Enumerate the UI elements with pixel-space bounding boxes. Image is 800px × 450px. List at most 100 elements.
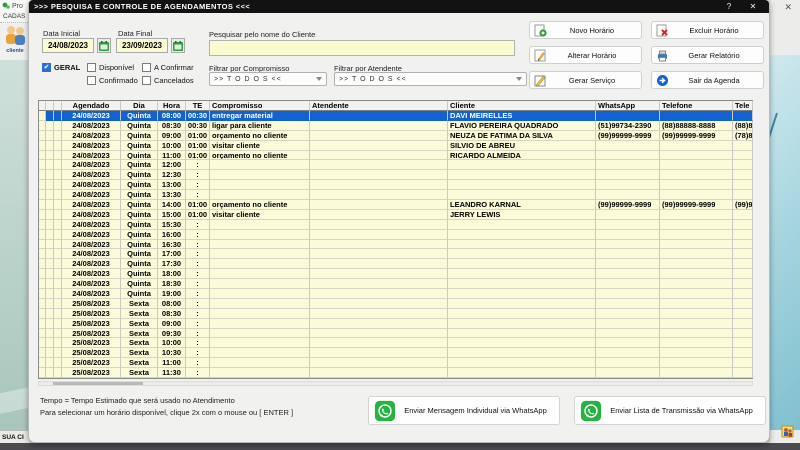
- table-row[interactable]: 24/08/2023 Quinta 17:00:: [39, 249, 753, 260]
- table-row[interactable]: 24/08/2023 Quinta 14:00 01:00 orçamento no c…: [39, 200, 753, 210]
- table-row[interactable]: 25/08/2023 Sexta 11:00:: [39, 358, 753, 369]
- data-final-input[interactable]: 23/09/2023: [116, 38, 168, 53]
- table-row[interactable]: 24/08/2023 Quinta 12:00:: [39, 160, 753, 171]
- table-row[interactable]: 24/08/2023 Quinta 18:00:: [39, 269, 753, 280]
- background-close-icon[interactable]: ✕: [784, 2, 792, 13]
- row-indicator: [46, 269, 54, 280]
- table-row[interactable]: 25/08/2023 Sexta 10:30:: [39, 348, 753, 359]
- whatsapp-lista-button[interactable]: Enviar Lista de Transmissão via WhatsApp: [574, 396, 766, 425]
- table-row[interactable]: 24/08/2023 Quinta 17:30:: [39, 259, 753, 270]
- row-indicator: [54, 140, 62, 151]
- table-cell: Quinta: [121, 239, 158, 250]
- table-row[interactable]: 24/08/2023 Quinta 12:30:: [39, 170, 753, 181]
- table-row[interactable]: 24/08/2023 Quinta 18:30:: [39, 279, 753, 290]
- table-row[interactable]: 24/08/2023 Quinta 11:00 01:00 orçamento no c…: [39, 150, 753, 161]
- table-row[interactable]: 24/08/2023 Quinta 16:30:: [39, 239, 753, 250]
- table-cell: [310, 180, 448, 191]
- table-row[interactable]: 25/08/2023 Sexta 08:30:: [39, 308, 753, 319]
- row-indicator: [54, 358, 62, 369]
- whatsapp-individual-button[interactable]: Enviar Mensagem Individual via WhatsApp: [368, 396, 560, 425]
- scrollbar-thumb[interactable]: [53, 382, 143, 385]
- checkbox-unchecked-icon[interactable]: [142, 75, 151, 85]
- table-cell: :: [186, 368, 210, 379]
- atendente-dropdown[interactable]: >> T O D O S <<: [334, 72, 527, 86]
- table-cell: [310, 120, 448, 131]
- table-row[interactable]: 24/08/2023 Quinta 08:30 00:30 ligar para cli…: [39, 120, 753, 131]
- checkbox-cancelados[interactable]: Cancelados: [142, 75, 194, 85]
- clients-icon[interactable]: [2, 24, 28, 48]
- table-row[interactable]: 24/08/2023 Quinta 15:30:: [39, 219, 753, 230]
- table-row[interactable]: 25/08/2023 Sexta 11:30:: [39, 368, 753, 379]
- table-cell: Quinta: [121, 140, 158, 151]
- exit-icon: [657, 74, 668, 86]
- table-cell: [660, 368, 733, 379]
- table-cell: [596, 298, 660, 309]
- table-row[interactable]: 24/08/2023 Quinta 15:00 01:00 visitar client…: [39, 209, 753, 220]
- row-indicator: [46, 200, 54, 210]
- table-cell: 24/08/2023: [62, 259, 121, 270]
- service-horario-button[interactable]: Gerar Serviço: [529, 71, 642, 89]
- delete-horario-button[interactable]: Excluir Horário: [651, 21, 764, 39]
- row-indicator: [54, 269, 62, 280]
- table-cell: [733, 190, 753, 201]
- table-cell: :: [186, 308, 210, 319]
- search-input[interactable]: [209, 40, 515, 56]
- table-cell: [733, 150, 753, 161]
- table-row[interactable]: 24/08/2023 Quinta 16:00:: [39, 229, 753, 240]
- row-indicator: [39, 140, 46, 151]
- table-row[interactable]: 25/08/2023 Sexta 09:00:: [39, 318, 753, 329]
- table-cell: [310, 111, 448, 121]
- checkbox-a-confirmar[interactable]: A Confirmar: [142, 62, 194, 72]
- row-indicator: [46, 111, 54, 121]
- data-inicial-input[interactable]: 24/08/2023: [42, 38, 94, 53]
- background-menu-item[interactable]: CADAS: [0, 12, 30, 22]
- table-row[interactable]: 25/08/2023 Sexta 08:00:: [39, 298, 753, 309]
- data-inicial-calendar-button[interactable]: [97, 38, 111, 53]
- table-cell: [733, 279, 753, 290]
- table-cell: Quinta: [121, 111, 158, 121]
- table-cell: [733, 318, 753, 329]
- edit-horario-button[interactable]: Alterar Horário: [529, 46, 642, 64]
- new-horario-button[interactable]: Novo Horário: [529, 21, 642, 39]
- row-indicator: [54, 239, 62, 250]
- data-final-calendar-button[interactable]: [171, 38, 185, 53]
- table-cell: Quinta: [121, 269, 158, 280]
- table-row[interactable]: 24/08/2023 Quinta 10:00 01:00 visitar client…: [39, 140, 753, 151]
- checkbox-disponível[interactable]: Disponível: [87, 62, 134, 72]
- table-cell: 24/08/2023: [62, 289, 121, 299]
- row-indicator: [39, 279, 46, 290]
- checkbox-checked-icon[interactable]: ✔: [42, 62, 51, 72]
- table-row[interactable]: 25/08/2023 Sexta 10:00:: [39, 338, 753, 349]
- table-cell: [596, 308, 660, 319]
- table-cell: [660, 209, 733, 220]
- horizontal-scrollbar[interactable]: [38, 381, 753, 386]
- table-row[interactable]: 24/08/2023 Quinta 13:30:: [39, 190, 753, 201]
- checkbox-geral[interactable]: ✔ GERAL: [42, 62, 80, 72]
- table-cell: [596, 368, 660, 379]
- table-cell: 13:30: [158, 190, 186, 201]
- table-cell: [310, 249, 448, 260]
- table-row[interactable]: 24/08/2023 Quinta 09:00 01:00 orçamento no c…: [39, 130, 753, 141]
- table-row[interactable]: 24/08/2023 Quinta 08:00 00:30 entregar mater…: [39, 111, 753, 121]
- row-indicator: [39, 358, 46, 369]
- table-cell: [733, 160, 753, 171]
- report-horario-button[interactable]: Gerar Relatório: [651, 46, 764, 64]
- compromisso-dropdown[interactable]: >> T O D O S <<: [209, 72, 327, 86]
- select-note: Para selecionar um horário disponível, c…: [40, 408, 294, 417]
- background-mini-people-icon[interactable]: [781, 425, 794, 438]
- close-button[interactable]: ✕: [745, 0, 761, 13]
- checkbox-unchecked-icon[interactable]: [87, 62, 96, 72]
- table-cell: [733, 259, 753, 270]
- table-cell: [596, 209, 660, 220]
- checkbox-confirmado[interactable]: Confirmado: [87, 75, 138, 85]
- checkbox-unchecked-icon[interactable]: [142, 62, 151, 72]
- table-cell: :: [186, 338, 210, 349]
- checkbox-unchecked-icon[interactable]: [87, 75, 96, 85]
- help-button[interactable]: ?: [721, 0, 737, 13]
- exit-horario-button[interactable]: Sair da Agenda: [651, 71, 764, 89]
- table-row[interactable]: 24/08/2023 Quinta 19:00:: [39, 289, 753, 299]
- table-row[interactable]: 24/08/2023 Quinta 13:00:: [39, 180, 753, 191]
- row-indicator: [39, 348, 46, 359]
- table-cell: [733, 249, 753, 260]
- table-row[interactable]: 25/08/2023 Sexta 09:30:: [39, 328, 753, 339]
